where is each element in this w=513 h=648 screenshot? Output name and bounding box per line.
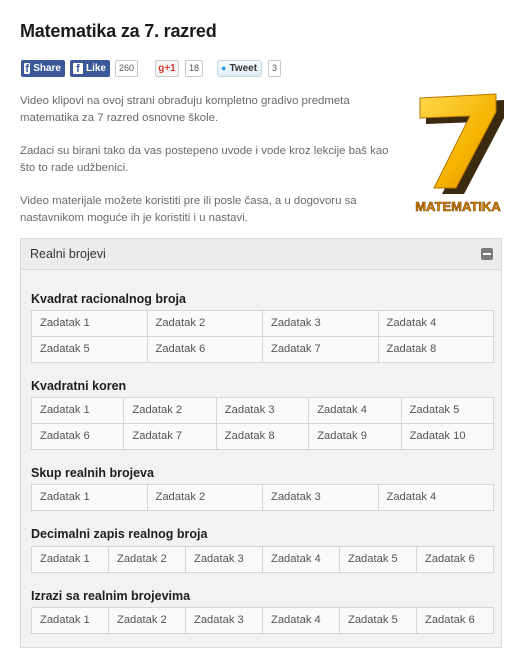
zadatak-link[interactable]: Zadatak 6: [147, 337, 263, 363]
zadatak-link[interactable]: Zadatak 1: [32, 398, 125, 424]
zadatak-link[interactable]: Zadatak 7: [263, 337, 379, 363]
zadatak-link[interactable]: Zadatak 9: [309, 424, 402, 450]
zadatak-link[interactable]: Zadatak 4: [263, 608, 340, 634]
zadatak-link[interactable]: Zadatak 2: [124, 398, 217, 424]
zadatak-link[interactable]: Zadatak 3: [186, 608, 263, 634]
zadatak-link[interactable]: Zadatak 10: [401, 424, 494, 450]
zadatak-link[interactable]: Zadatak 4: [378, 485, 494, 511]
zadatak-link[interactable]: Zadatak 5: [32, 337, 148, 363]
zadatak-link[interactable]: Zadatak 5: [340, 608, 417, 634]
facebook-like-button[interactable]: f Like: [70, 60, 110, 77]
gplus-button[interactable]: g+1: [155, 60, 179, 77]
twitter-bird-icon: ●: [221, 63, 227, 73]
matematika-7-logo: MATEMATIKA: [410, 93, 506, 214]
like-label: Like: [85, 63, 106, 74]
intro-paragraph-3: Video materijale možete koristiti pre il…: [20, 195, 357, 224]
tweet-label: Tweet: [229, 63, 258, 74]
section-title: Skup realnih brojeva: [31, 466, 154, 480]
zadatak-link[interactable]: Zadatak 3: [216, 398, 310, 424]
logo-text: MATEMATIKA: [415, 199, 501, 214]
intro-paragraph-2: Zadaci su birani tako da vas postepeno u…: [20, 145, 389, 174]
panel-title: Realni brojevi: [30, 247, 106, 261]
zadatak-link[interactable]: Zadatak 1: [32, 311, 148, 337]
tweet-count: 3: [268, 60, 282, 77]
tweet-button[interactable]: ● Tweet: [217, 60, 263, 77]
zadatak-link[interactable]: Zadatak 3: [186, 547, 263, 573]
zadatak-grid: Zadatak 1 Zadatak 2 Zadatak 3 Zadatak 4: [31, 484, 494, 511]
section-title: Izrazi sa realnim brojevima: [31, 589, 191, 603]
zadatak-link[interactable]: Zadatak 6: [32, 424, 125, 450]
facebook-icon: f: [24, 63, 31, 75]
page-title: Matematika za 7. razred: [20, 21, 217, 41]
section-title: Kvadrat racionalnog broja: [31, 292, 186, 306]
panel-header[interactable]: Realni brojevi: [21, 239, 501, 270]
zadatak-link[interactable]: Zadatak 3: [263, 311, 379, 337]
zadatak-grid: Zadatak 1 Zadatak 2 Zadatak 3 Zadatak 4 Zada…: [31, 546, 494, 573]
zadatak-link[interactable]: Zadatak 1: [32, 547, 109, 573]
zadatak-link[interactable]: Zadatak 5: [340, 547, 417, 573]
zadatak-link[interactable]: Zadatak 8: [216, 424, 310, 450]
zadatak-link[interactable]: Zadatak 6: [417, 608, 494, 634]
zadatak-link[interactable]: Zadatak 8: [378, 337, 494, 363]
zadatak-link[interactable]: Zadatak 4: [378, 311, 494, 337]
gplus-count: 18: [185, 60, 204, 77]
section-title: Decimalni zapis realnog broja: [31, 527, 208, 541]
zadatak-grid: Zadatak 1 Zadatak 2 Zadatak 3 Zadatak 4 Zada…: [31, 310, 494, 363]
facebook-share-button[interactable]: f Share: [21, 60, 65, 77]
zadatak-link[interactable]: Zadatak 7: [124, 424, 217, 450]
zadatak-link[interactable]: Zadatak 3: [263, 485, 379, 511]
zadatak-link[interactable]: Zadatak 1: [32, 608, 109, 634]
zadatak-link[interactable]: Zadatak 2: [147, 485, 263, 511]
zadatak-link[interactable]: Zadatak 4: [263, 547, 340, 573]
zadatak-grid: Zadatak 1 Zadatak 2 Zadatak 3 Zadatak 4 Zada…: [31, 607, 494, 634]
section-title: Kvadratni koren: [31, 379, 127, 393]
zadatak-link[interactable]: Zadatak 5: [401, 398, 494, 424]
zadatak-link[interactable]: Zadatak 4: [309, 398, 402, 424]
intro-paragraph-1: Video klipovi na ovoj strani obrađuju ko…: [20, 95, 350, 124]
facebook-icon: f: [73, 63, 83, 75]
zadatak-link[interactable]: Zadatak 1: [32, 485, 148, 511]
share-label: Share: [33, 63, 61, 74]
zadatak-link[interactable]: Zadatak 2: [109, 608, 186, 634]
zadatak-grid: Zadatak 1 Zadatak 2 Zadatak 3 Zadatak 4 Zada…: [31, 397, 494, 450]
zadatak-link[interactable]: Zadatak 6: [417, 547, 494, 573]
like-count: 260: [115, 60, 139, 77]
zadatak-link[interactable]: Zadatak 2: [147, 311, 263, 337]
collapse-icon[interactable]: [481, 248, 493, 260]
zadatak-link[interactable]: Zadatak 2: [109, 547, 186, 573]
